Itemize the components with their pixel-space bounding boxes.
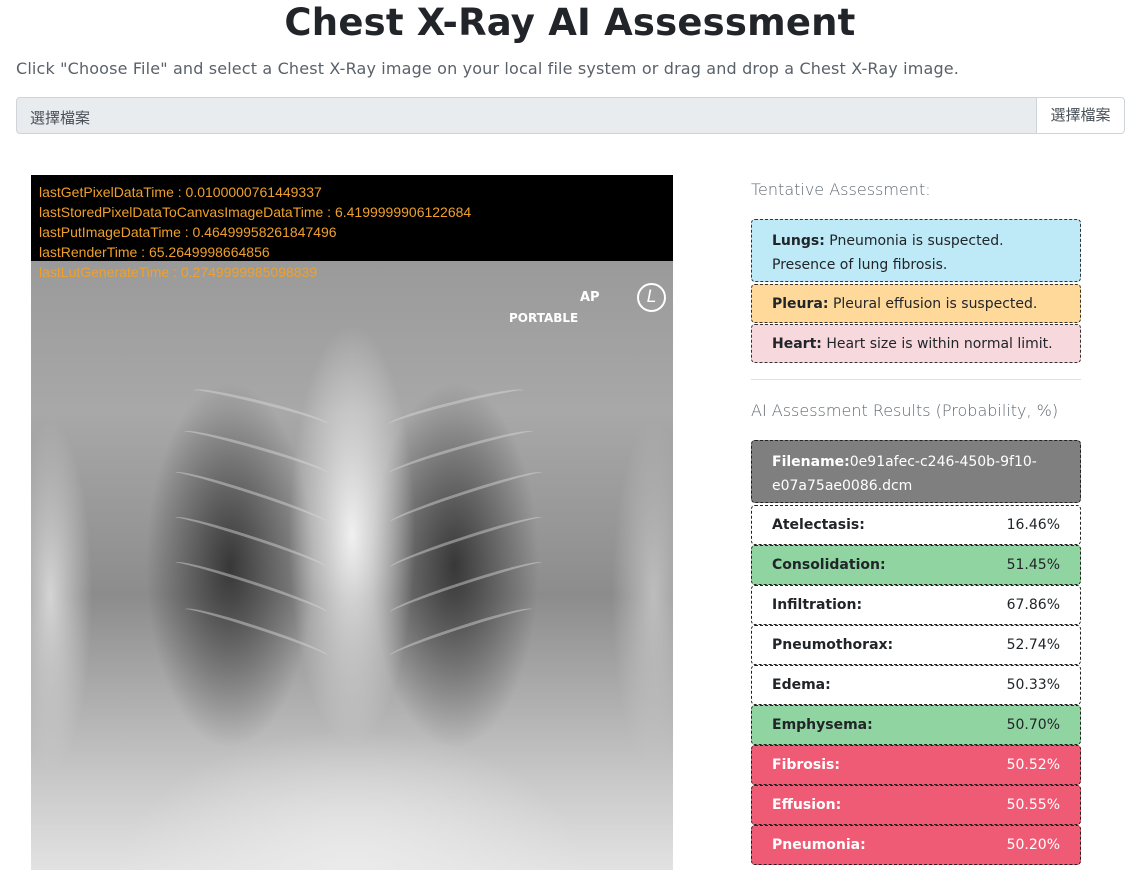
result-label: Effusion:	[772, 797, 842, 813]
pleura-assessment: Pleura: Pleural effusion is suspected.	[751, 284, 1081, 323]
result-label: Consolidation:	[772, 557, 886, 573]
instructions-text: Click "Choose File" and select a Chest X…	[16, 59, 959, 78]
stat-line: lastRenderTime : 65.2649998664856	[39, 244, 270, 260]
result-label: Edema:	[772, 677, 831, 693]
lungs-assessment: Lungs: Pneumonia is suspected. Presence …	[751, 219, 1081, 282]
section-divider	[751, 379, 1081, 380]
result-row: Atelectasis: 16.46%	[751, 505, 1081, 545]
result-row: Emphysema: 50.70%	[751, 705, 1081, 745]
tentative-heading: Tentative Assessment:	[751, 180, 931, 199]
lungs-text-2: Presence of lung fibrosis.	[772, 257, 948, 273]
filename-row: Filename:0e91afec-c246-450b-9f10-e07a75a…	[751, 440, 1081, 503]
side-marker: L	[637, 283, 666, 312]
result-label: Emphysema:	[772, 717, 873, 733]
pleura-text: Pleural effusion is suspected.	[832, 296, 1038, 312]
filename-label: Filename:	[772, 454, 850, 470]
result-label: Fibrosis:	[772, 757, 840, 773]
ap-marker: AP	[580, 290, 600, 305]
lungs-text: Pneumonia is suspected.	[829, 233, 1004, 249]
result-label: Infiltration:	[772, 597, 863, 613]
heart-label: Heart:	[772, 336, 822, 352]
heart-assessment: Heart: Heart size is within normal limit…	[751, 324, 1081, 363]
result-value: 50.55%	[1006, 797, 1060, 813]
file-upload-field[interactable]: 選擇檔案 選擇檔案	[16, 97, 1125, 134]
result-label: Pneumonia:	[772, 837, 866, 853]
result-label: Pneumothorax:	[772, 637, 894, 653]
stat-line: lastPutImageDataTime : 0.464999582618474…	[39, 224, 337, 240]
result-value: 51.45%	[1006, 557, 1060, 573]
result-row: Pneumothorax: 52.74%	[751, 625, 1081, 665]
result-value: 50.52%	[1006, 757, 1060, 773]
result-row: Infiltration: 67.86%	[751, 585, 1081, 625]
stat-line: lastGetPixelDataTime : 0.010000076144933…	[39, 184, 322, 200]
render-stats-overlay: lastGetPixelDataTime : 0.010000076144933…	[39, 182, 471, 282]
choose-file-button[interactable]: 選擇檔案	[1036, 98, 1124, 133]
result-value: 52.74%	[1006, 637, 1060, 653]
stat-line: lastStoredPixelDataToCanvasImageDataTime…	[39, 204, 472, 220]
file-placeholder: 選擇檔案	[30, 110, 91, 127]
results-heading: AI Assessment Results (Probability, %)	[751, 401, 1059, 420]
result-row: Pneumonia: 50.20%	[751, 825, 1081, 865]
heart-text: Heart size is within normal limit.	[826, 336, 1053, 352]
result-label: Atelectasis:	[772, 517, 865, 533]
result-value: 50.70%	[1006, 717, 1060, 733]
result-row: Edema: 50.33%	[751, 665, 1081, 705]
result-row: Fibrosis: 50.52%	[751, 745, 1081, 785]
result-value: 50.33%	[1006, 677, 1060, 693]
stat-line: lastLutGenerateTime : 0.2749999985098839	[39, 264, 318, 280]
lungs-label: Lungs:	[772, 233, 825, 249]
result-row: Consolidation: 51.45%	[751, 545, 1081, 585]
page-title: Chest X-Ray AI Assessment	[284, 1, 856, 44]
result-value: 16.46%	[1006, 517, 1060, 533]
portable-marker: PORTABLE	[509, 311, 579, 325]
chest-xray-image	[31, 261, 673, 870]
pleura-label: Pleura:	[772, 296, 829, 312]
result-value: 67.86%	[1006, 597, 1060, 613]
result-value: 50.20%	[1006, 837, 1060, 853]
xray-viewer[interactable]: lastGetPixelDataTime : 0.010000076144933…	[31, 175, 673, 870]
result-row: Effusion: 50.55%	[751, 785, 1081, 825]
